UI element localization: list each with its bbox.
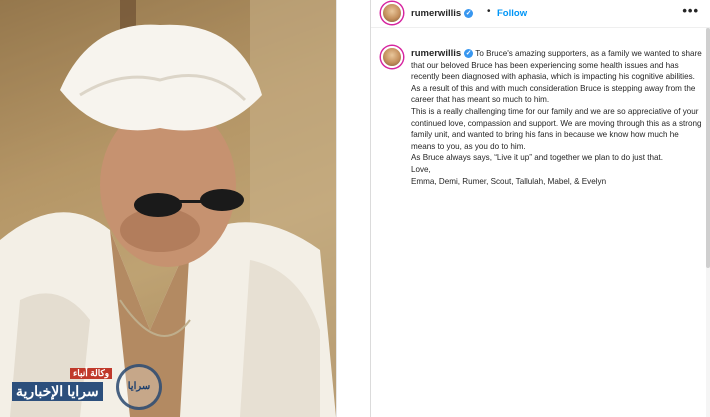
caption-line-2: This is a really challenging time for ou… (411, 106, 702, 151)
caption-paragraph-1: rumerwillis ✓ To Bruce's amazing supporte… (411, 48, 703, 106)
caption-line-3: As Bruce always says, “Live it up” and t… (411, 153, 663, 163)
caption-username[interactable]: rumerwillis ✓ (411, 48, 474, 59)
follow-button[interactable]: Follow (497, 8, 527, 19)
watermark-logo-icon: سرايا (116, 364, 162, 410)
avatar[interactable] (381, 2, 403, 24)
caption-line-4: Love, (411, 164, 431, 174)
header-username[interactable]: rumerwillis ✓ (411, 8, 474, 19)
panel-divider (336, 0, 370, 417)
caption-username-text[interactable]: rumerwillis (411, 48, 461, 59)
post-panel: rumerwillis ✓ • Follow ••• rumerwillis ✓ T… (370, 0, 710, 417)
header-username-text[interactable]: rumerwillis (411, 8, 461, 19)
screenshot-frame: وكالة أنباء سرايا الإخبارية سرايا rumerw… (0, 0, 710, 417)
post-photo[interactable]: وكالة أنباء سرايا الإخبارية سرايا (0, 0, 336, 417)
post-header: rumerwillis ✓ • Follow ••• (371, 0, 710, 28)
scrollbar-thumb[interactable] (706, 28, 710, 268)
watermark-small-text: وكالة أنباء (70, 368, 113, 379)
photo-illustration (0, 0, 336, 417)
caption-line-5: Emma, Demi, Rumer, Scout, Tallulah, Mabe… (411, 176, 607, 186)
more-options-icon[interactable]: ••• (682, 3, 699, 18)
verified-check-icon: ✓ (464, 8, 474, 18)
watermark-logo-text: سرايا (127, 381, 151, 392)
scrollbar[interactable] (706, 28, 710, 417)
caption-verified-check-icon: ✓ (464, 48, 474, 58)
post-caption: rumerwillis ✓ To Bruce's amazing supporte… (411, 48, 703, 187)
caption-avatar[interactable] (381, 46, 403, 68)
watermark-large-text: سرايا الإخبارية (12, 382, 103, 401)
watermark: وكالة أنباء سرايا الإخبارية سرايا (8, 362, 168, 412)
separator-dot: • (487, 6, 491, 17)
